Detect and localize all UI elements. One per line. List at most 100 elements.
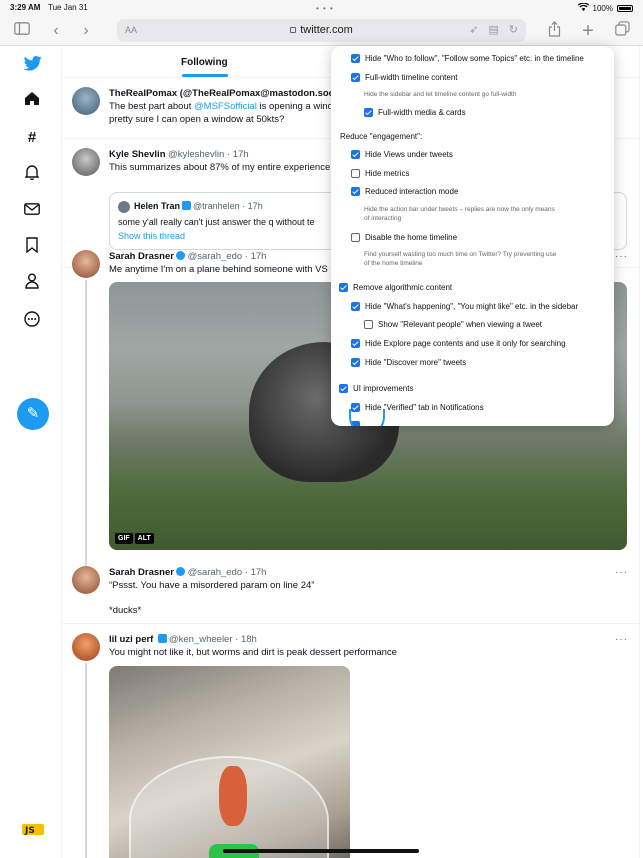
tweet-handle: @ken_wheeler · 18h <box>168 634 257 645</box>
tabs-icon[interactable] <box>612 21 632 41</box>
extension-icon[interactable]: ➶ <box>469 23 478 36</box>
status-right: 100% <box>577 2 633 13</box>
address-bar[interactable]: AA twitter.com ➶ ▤ ↻ <box>117 19 526 42</box>
avatar[interactable] <box>72 87 100 115</box>
lock-icon <box>290 27 297 33</box>
share-icon[interactable] <box>544 21 564 41</box>
option-full-width-media[interactable]: Full-width media & cards <box>364 108 466 117</box>
checkbox-checked-icon[interactable] <box>351 73 360 82</box>
tab-following[interactable]: Following <box>181 57 228 68</box>
option-description: Find yourself wasting too much time on T… <box>364 251 557 267</box>
media-badges: GIF ALT <box>115 533 154 544</box>
quote-handle: @tranhelen · 17h <box>193 201 263 211</box>
option-show-relevant-people[interactable]: Show "Relevant people" when viewing a tw… <box>364 320 542 329</box>
tweet-handle: @sarah_edo · 17h <box>187 251 267 262</box>
tweet-handle: @sarah_edo · 17h <box>187 567 267 578</box>
tweet[interactable]: Sarah Drasner @sarah_edo · 17h ··· “Psss… <box>62 561 640 624</box>
tweet[interactable]: lil uzi perf @ken_wheeler · 18h ··· You … <box>62 625 640 858</box>
option-ui-improvements[interactable]: UI improvements <box>339 384 413 393</box>
option-hide-views[interactable]: Hide Views under tweets <box>351 150 453 159</box>
checkbox-checked-icon[interactable] <box>351 187 360 196</box>
url-text: twitter.com <box>300 24 353 36</box>
sidebar-toggle-icon[interactable] <box>12 21 32 41</box>
verified-badge-icon <box>182 201 192 210</box>
option-hide-metrics[interactable]: Hide metrics <box>351 169 409 178</box>
extension-settings-popup: Hide "Who to follow", "Follow some Topic… <box>331 46 614 426</box>
tweet-text: “Pssst. You have a misordered param on l… <box>109 580 315 591</box>
verified-badge-icon <box>157 634 167 643</box>
avatar[interactable] <box>72 633 100 661</box>
avatar[interactable] <box>72 148 100 176</box>
gif-badge: GIF <box>115 533 133 544</box>
avatar[interactable] <box>72 566 100 594</box>
quote-author: Helen Tran <box>134 201 181 211</box>
checkbox-checked-icon[interactable] <box>351 54 360 63</box>
verified-badge-icon <box>175 251 185 260</box>
tweet-author[interactable]: Sarah Drasner <box>109 567 174 578</box>
twitter-bird-icon[interactable] <box>24 56 42 71</box>
checkbox-unchecked-icon[interactable] <box>351 233 360 242</box>
explore-icon[interactable]: # <box>22 128 42 148</box>
home-indicator[interactable] <box>223 849 419 853</box>
option-reduced-interaction[interactable]: Reduced interaction mode <box>351 187 458 196</box>
home-icon[interactable] <box>22 91 42 111</box>
checkbox-checked-icon[interactable] <box>364 108 373 117</box>
tweet-author[interactable]: lil uzi perf <box>109 634 153 645</box>
scroll-indicator-ring <box>349 409 385 426</box>
option-full-width-timeline[interactable]: Full-width timeline content <box>351 73 457 82</box>
tweet-author[interactable]: TheRealPomax (@TheRealPomax@mastodon.soc <box>109 88 334 99</box>
option-hide-discover-more[interactable]: Hide "Discover more" tweets <box>351 358 466 367</box>
tweet-author[interactable]: Kyle Shevlin <box>109 149 166 160</box>
checkbox-checked-icon[interactable] <box>339 384 348 393</box>
photo-media[interactable] <box>109 666 350 858</box>
battery-icon <box>617 4 633 12</box>
tweet-more-icon[interactable]: ··· <box>615 251 628 262</box>
compose-tweet-button[interactable]: ✎ <box>17 398 49 430</box>
checkbox-unchecked-icon[interactable] <box>351 169 360 178</box>
wifi-icon <box>577 2 589 13</box>
bookmarks-icon[interactable] <box>22 237 42 257</box>
reader-icon[interactable]: ▤ <box>488 23 498 36</box>
option-description: Hide the action bar under tweets – repli… <box>364 206 555 222</box>
option-disable-home-timeline[interactable]: Disable the home timeline <box>351 233 457 242</box>
option-remove-algorithmic[interactable]: Remove algorithmic content <box>339 283 452 292</box>
verified-badge-icon <box>175 567 185 576</box>
avatar[interactable] <box>72 250 100 278</box>
notifications-icon[interactable] <box>22 164 42 184</box>
plus-icon[interactable]: + <box>578 21 598 41</box>
checkbox-checked-icon[interactable] <box>351 302 360 311</box>
checkbox-checked-icon[interactable] <box>351 150 360 159</box>
tweet-text: You might not like it, but worms and dir… <box>109 647 397 658</box>
section-reduce-engagement: Reduce "engagement": <box>340 132 423 141</box>
tweet-more-icon[interactable]: ··· <box>615 567 628 578</box>
tweet-text-line2: *ducks* <box>109 605 142 616</box>
option-hide-whats-happening[interactable]: Hide "What's happening", "You might like… <box>351 302 578 311</box>
tab-indicator <box>182 74 228 77</box>
checkbox-checked-icon[interactable] <box>339 283 348 292</box>
tweet-handle: @kyleshevlin · 17h <box>168 149 249 160</box>
alt-badge[interactable]: ALT <box>134 533 154 544</box>
tweet-more-icon[interactable]: ··· <box>615 634 628 645</box>
checkbox-unchecked-icon[interactable] <box>364 320 373 329</box>
back-icon[interactable]: ‹ <box>46 21 66 41</box>
more-options-icon[interactable] <box>22 311 42 331</box>
messages-icon[interactable] <box>22 201 42 221</box>
extension-logo-icon: JS <box>22 824 44 836</box>
battery-percent: 100% <box>592 3 613 13</box>
reload-icon[interactable]: ↻ <box>509 23 518 36</box>
status-date: Tue Jan 31 <box>48 3 88 12</box>
profile-icon[interactable] <box>22 273 42 293</box>
tweet-author[interactable]: Sarah Drasner <box>109 251 174 262</box>
forward-icon[interactable]: › <box>76 21 96 41</box>
thread-line <box>85 663 87 858</box>
twitter-side-nav: # ✎ JS <box>0 46 62 858</box>
multitasking-dots-icon[interactable]: • • • <box>316 4 334 13</box>
browser-toolbar: ‹ › AA twitter.com ➶ ▤ ↻ + <box>0 16 643 46</box>
checkbox-checked-icon[interactable] <box>351 339 360 348</box>
show-thread-link[interactable]: Show this thread <box>118 230 318 243</box>
checkbox-checked-icon[interactable] <box>351 358 360 367</box>
option-hide-who-to-follow[interactable]: Hide "Who to follow", "Follow some Topic… <box>351 54 584 63</box>
thread-line <box>85 280 87 570</box>
mention-link[interactable]: @MSFSofficial <box>194 101 257 112</box>
option-hide-explore[interactable]: Hide Explore page contents and use it on… <box>351 339 566 348</box>
